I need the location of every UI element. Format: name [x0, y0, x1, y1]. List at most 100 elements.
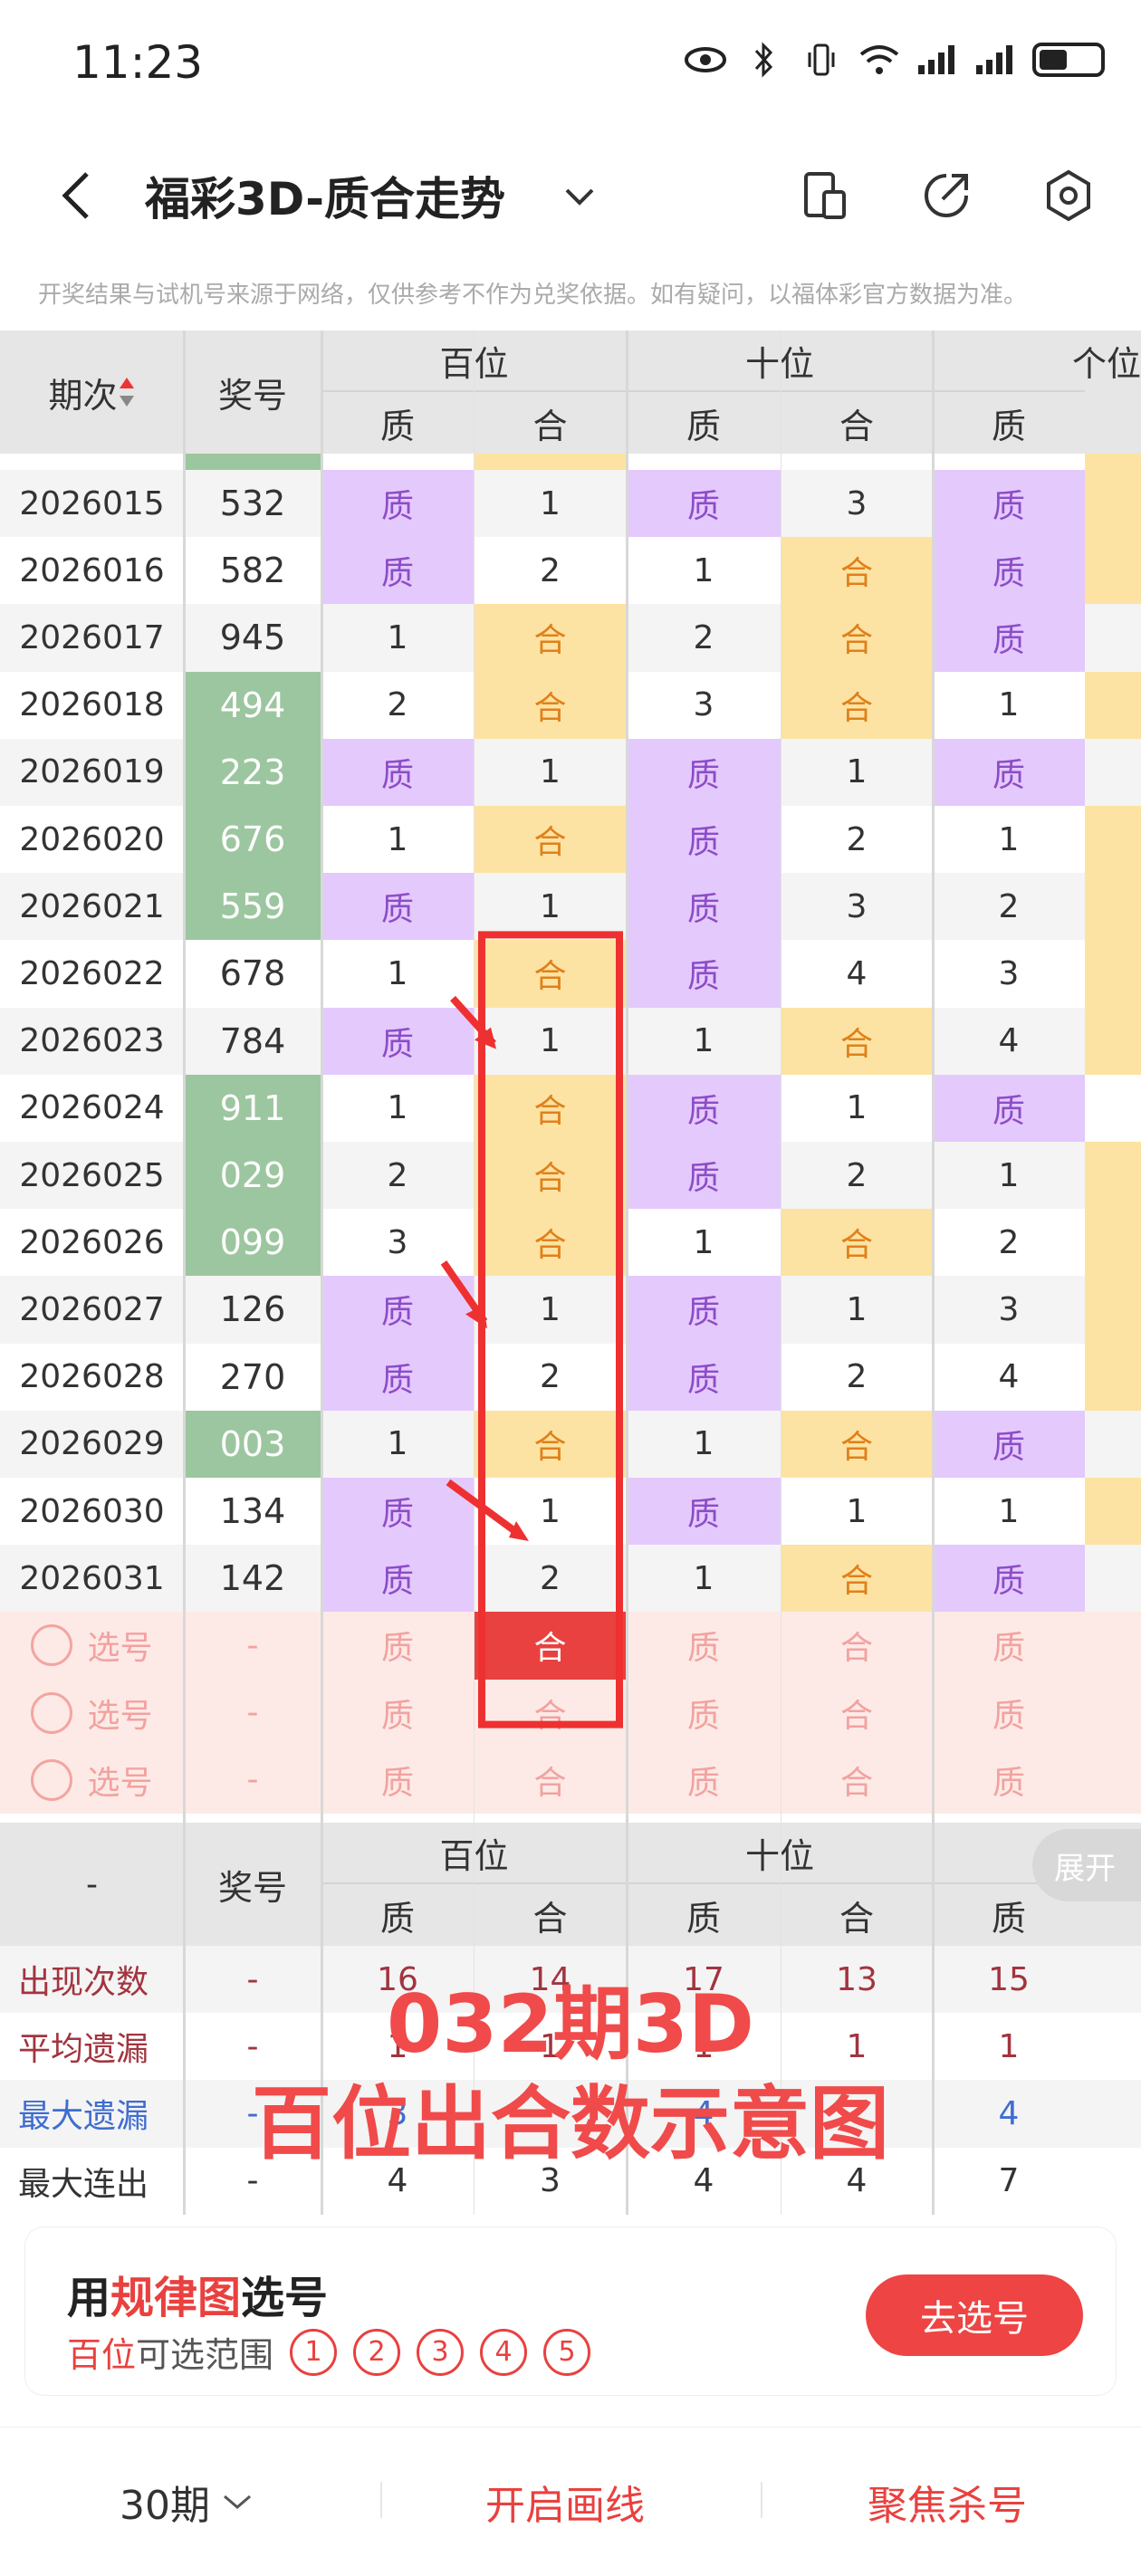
range-option-5[interactable]: 5	[543, 2328, 591, 2376]
pick-cell[interactable]: 质	[933, 1680, 1085, 1747]
table-header: 期次 奖号 百位 十位 个位质合质合质	[0, 330, 1141, 454]
select-circle-icon[interactable]	[31, 1691, 73, 1734]
table-row[interactable]: 2026029 003 1 合 1 合质	[0, 1410, 1141, 1478]
expand-button[interactable]: 展开	[1032, 1829, 1141, 1901]
disclaimer-notice: 开奖结果与试机号来源于网络，仅供参考不作为兑奖依据。如有疑问，以福体彩官方数据为…	[38, 282, 1028, 309]
table-row[interactable]: 2026015 532 质 1 质 3 质	[0, 470, 1141, 538]
trend-cell: 1	[540, 1022, 561, 1060]
trend-cell-partial	[1085, 1411, 1141, 1478]
range-option-2[interactable]: 2	[353, 2328, 401, 2376]
pick-cell[interactable]: 合	[474, 1612, 627, 1680]
trend-cell-partial	[1085, 1343, 1141, 1411]
go-pick-button[interactable]: 去选号	[866, 2274, 1083, 2356]
range-option-3[interactable]: 3	[417, 2328, 465, 2376]
table-row[interactable]: 2026030 134 质 1 质 1 1	[0, 1478, 1141, 1546]
share-icon[interactable]	[919, 168, 973, 223]
trend-cell-partial	[1085, 1142, 1141, 1210]
table-row[interactable]: 2026026 099 3 合 1 合 2	[0, 1209, 1141, 1277]
trend-cell-partial	[1085, 1478, 1141, 1546]
range-option-4[interactable]: 4	[480, 2328, 528, 2376]
pick-cell[interactable]: 质	[933, 1612, 1085, 1679]
pick-row[interactable]: 选号 - 质合质合质	[0, 1746, 1141, 1814]
pick-row[interactable]: 选号 - 质合质合质	[0, 1612, 1141, 1680]
signal-icon-2	[974, 42, 1016, 78]
pick-cell[interactable]: 质	[321, 1747, 474, 1814]
pick-cell[interactable]: 质	[627, 1680, 781, 1747]
stats-sub-header-1: 合	[474, 1882, 627, 1946]
separator	[761, 2482, 762, 2518]
trend-cell: 1	[846, 1290, 868, 1328]
trend-cell: 2	[540, 551, 561, 589]
period-cell: 2026031	[19, 1559, 165, 1597]
number-cell: 945	[219, 618, 286, 658]
pick-cell[interactable]: 合	[781, 1747, 933, 1814]
sub-header-4: 质	[933, 390, 1085, 454]
table-row[interactable]: 2026024 911 1 合质 1 质	[0, 1074, 1141, 1142]
trend-cell: 1	[387, 618, 408, 656]
table-row[interactable]: 2026028 270 质 2 质 2 4	[0, 1343, 1141, 1411]
pick-cell[interactable]: 质	[933, 1747, 1085, 1814]
number-cell: 142	[219, 1558, 286, 1599]
table-row[interactable]: 2026017 945 1 合 2 合质	[0, 604, 1141, 672]
vibrate-icon	[801, 42, 842, 78]
draw-lines-button[interactable]: 开启画线	[485, 2473, 645, 2531]
back-arrow-icon[interactable]	[54, 168, 100, 223]
page-title[interactable]: 福彩3D-质合走势	[145, 163, 505, 228]
number-cell: 126	[219, 1289, 286, 1330]
trend-cell: 质	[627, 1276, 781, 1344]
table-row[interactable]: 2026027 126 质 1 质 1 3	[0, 1276, 1141, 1344]
table-row[interactable]: 2026022 678 1 合质 4 3	[0, 940, 1141, 1008]
trend-cell-partial	[1085, 671, 1141, 739]
range-option-1[interactable]: 1	[290, 2328, 338, 2376]
table-row[interactable]: 2026019 223 质 1 质 1 质	[0, 738, 1141, 806]
select-circle-icon[interactable]	[31, 1624, 73, 1667]
period-selector[interactable]: 30期	[120, 2473, 254, 2531]
pick-cell[interactable]: 合	[474, 1747, 627, 1814]
select-circle-icon[interactable]	[31, 1758, 73, 1801]
table-row[interactable]: 2026021 559 质 1 质 3 2	[0, 873, 1141, 941]
trend-cell: 合	[474, 671, 627, 739]
column-divider-thin	[474, 330, 475, 2215]
period-cell: 2026020	[19, 820, 165, 858]
pick-cell[interactable]: 质	[627, 1747, 781, 1814]
sort-icon[interactable]	[118, 374, 136, 410]
number-cell: 270	[219, 1356, 286, 1397]
device-switch-icon[interactable]	[797, 168, 851, 223]
title-suffix: 选号	[241, 2273, 329, 2323]
pick-cell[interactable]: 质	[627, 1612, 781, 1679]
chevron-down-icon[interactable]	[563, 183, 596, 210]
pick-cell[interactable]: 合	[781, 1612, 933, 1679]
trend-cell: 合	[474, 604, 627, 672]
trend-cell: 合	[474, 806, 627, 874]
trend-cell: 2	[998, 1223, 1020, 1261]
trend-cell: 合	[474, 1209, 627, 1277]
trend-cell: 2	[387, 686, 408, 724]
trend-cell: 质	[933, 537, 1085, 605]
table-row[interactable]: 2026023 784 质 1 1 合 4	[0, 1007, 1141, 1075]
table-row[interactable]: 2026031 142 质 2 1 合质	[0, 1545, 1141, 1613]
pick-cell[interactable]: 合	[781, 1680, 933, 1747]
stats-sub-header-3: 合	[781, 1882, 933, 1946]
period-cell: 2026019	[19, 753, 165, 791]
table-row[interactable]: 2026025 029 2 合质 2 1	[0, 1142, 1141, 1210]
trend-cell: 1	[540, 1290, 561, 1328]
focus-kill-button[interactable]: 聚焦杀号	[868, 2473, 1027, 2531]
status-icons	[685, 42, 1105, 78]
trend-cell: 2	[846, 1156, 868, 1194]
trend-cell: 4	[998, 1358, 1020, 1396]
partial-cell	[474, 454, 627, 470]
pick-label: 选号	[87, 1764, 153, 1802]
pick-cell[interactable]: 质	[321, 1612, 474, 1679]
trend-cell: 1	[846, 753, 868, 791]
table-row[interactable]: 2026018 494 2 合 3 合 1	[0, 671, 1141, 739]
settings-icon[interactable]	[1041, 168, 1096, 223]
pick-cell[interactable]: 质	[321, 1680, 474, 1747]
pick-row[interactable]: 选号 - 质合质合质	[0, 1679, 1141, 1747]
stats-group-header-1: 十位	[744, 1835, 814, 1876]
trend-cell: 2	[693, 618, 714, 656]
table-row[interactable]: 2026020 676 1 合质 2 1	[0, 806, 1141, 874]
table-row[interactable]: 2026016 582 质 2 1 合质	[0, 537, 1141, 605]
pick-cell[interactable]: 合	[474, 1680, 627, 1747]
trend-cell: 质	[321, 470, 474, 538]
trend-cell: 1	[693, 551, 714, 589]
